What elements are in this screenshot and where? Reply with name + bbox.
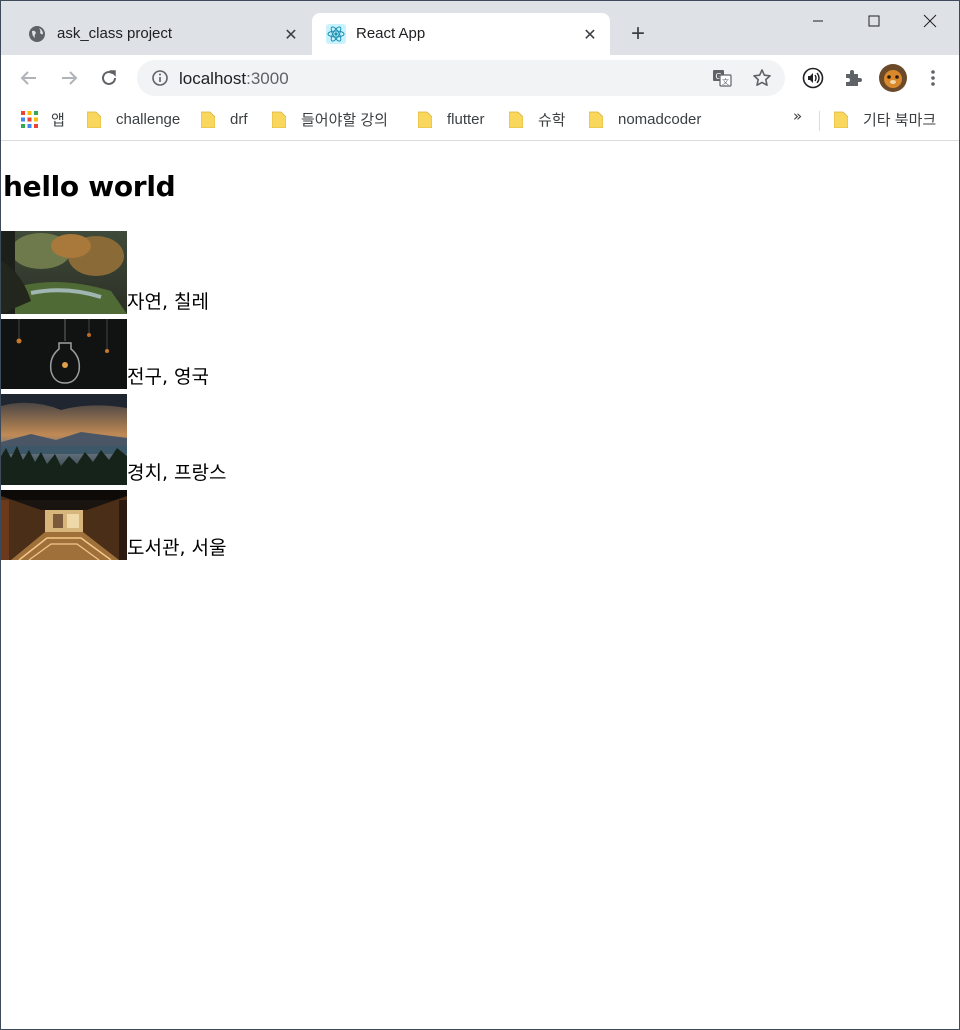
page-heading: hello world [3, 170, 176, 203]
address-bar[interactable]: localhost:3000 G文 [137, 60, 785, 96]
other-bookmarks-label: 기타 북마크 [863, 111, 937, 129]
forward-arrow-icon[interactable] [52, 61, 86, 95]
bookmark-star-icon[interactable] [751, 67, 773, 89]
item-caption: 자연, 칠레 [127, 291, 209, 313]
tab-react-app[interactable]: React App ✕ [312, 13, 610, 55]
item-caption: 경치, 프랑스 [127, 462, 227, 484]
list-item: 경치, 프랑스 [1, 394, 226, 485]
url-port: :3000 [246, 69, 289, 88]
bookmark-folder[interactable]: drf [200, 107, 248, 131]
bookmark-folder-label: flutter [447, 110, 485, 128]
folder-icon [833, 111, 849, 128]
page-content: hello world 자연, 칠레 전구, 영국 경치, 프랑스 도서관, 서… [1, 142, 959, 1029]
browser-toolbar: localhost:3000 G文 [1, 55, 959, 101]
new-tab-button[interactable]: + [625, 20, 651, 47]
bookmark-folder[interactable]: challenge [86, 107, 181, 131]
list-item: 전구, 영국 [1, 319, 209, 389]
tab-ask-class-project[interactable]: ask_class project ✕ [13, 13, 311, 55]
folder-icon [588, 111, 604, 128]
bookmark-folder-label: challenge [116, 110, 181, 128]
bookmarks-bar: 앱 challenge drf 들어야할 강의 flutter 슈학 nomad… [1, 101, 959, 141]
tab-title: React App [356, 25, 426, 42]
bookmark-folder-label: nomadcoder [618, 110, 702, 128]
apps-label: 앱 [51, 111, 65, 129]
bookmark-folder[interactable]: 들어야할 강의 [271, 107, 388, 131]
audio-extension-icon[interactable] [798, 63, 828, 93]
url-host: localhost [179, 69, 247, 88]
maximize-button[interactable] [845, 1, 903, 41]
minimize-button[interactable] [789, 1, 847, 41]
folder-icon [508, 111, 524, 128]
close-tab-icon[interactable]: ✕ [281, 24, 301, 44]
list-item: 도서관, 서울 [1, 490, 226, 560]
lightbulb-england-image [1, 319, 127, 389]
bookmark-folder[interactable]: nomadcoder [588, 107, 702, 131]
folder-icon [271, 111, 287, 128]
item-caption: 도서관, 서울 [127, 537, 227, 559]
bookmark-folder[interactable]: 슈학 [508, 107, 566, 131]
landscape-france-image [1, 394, 127, 485]
bookmarks-divider [819, 111, 820, 131]
react-logo-icon [326, 24, 346, 44]
close-tab-icon[interactable]: ✕ [580, 24, 600, 44]
item-caption: 전구, 영국 [127, 366, 209, 388]
more-bookmarks-chevron[interactable]: » [793, 107, 802, 125]
profile-avatar[interactable] [878, 63, 908, 93]
extensions-puzzle-icon[interactable] [838, 63, 868, 93]
tab-title: ask_class project [57, 25, 173, 42]
nature-chile-image [1, 231, 127, 314]
reload-icon[interactable] [92, 61, 126, 95]
svg-text:文: 文 [722, 77, 729, 86]
site-info-icon[interactable] [151, 69, 169, 87]
folder-icon [417, 111, 433, 128]
apps-grid-icon [21, 110, 38, 128]
bookmark-folder-label: 슈학 [538, 111, 566, 129]
close-window-button[interactable] [901, 1, 959, 41]
bookmark-folder[interactable]: flutter [417, 107, 485, 131]
more-menu-icon[interactable] [918, 63, 948, 93]
list-item: 자연, 칠레 [1, 231, 209, 314]
back-arrow-icon[interactable] [12, 61, 46, 95]
other-bookmarks[interactable]: 기타 북마크 [833, 107, 937, 131]
folder-icon [86, 111, 102, 128]
library-seoul-image [1, 490, 127, 560]
globe-icon [27, 24, 47, 44]
bookmark-folder-label: 들어야할 강의 [301, 111, 388, 129]
folder-icon [200, 111, 216, 128]
browser-window: ask_class project ✕ React App ✕ + localh… [0, 0, 960, 1030]
apps-shortcut[interactable]: 앱 [21, 107, 65, 131]
tab-strip: ask_class project ✕ React App ✕ + [1, 1, 959, 55]
bookmark-folder-label: drf [230, 110, 248, 128]
translate-icon[interactable]: G文 [711, 67, 733, 89]
url-text: localhost:3000 [179, 69, 289, 89]
